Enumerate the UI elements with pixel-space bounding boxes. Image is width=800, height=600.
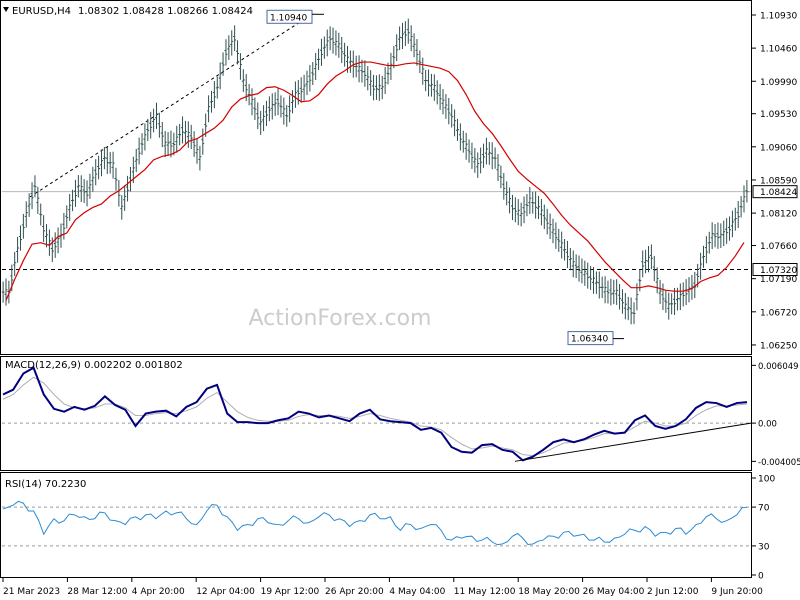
low-label: 1.06340 <box>571 335 608 345</box>
rsi-tick-label: 70 <box>758 504 770 514</box>
x-tick-label: 18 May 20:00 <box>518 587 580 597</box>
price-tick-label: 1.08120 <box>760 210 797 220</box>
macd-panel <box>0 356 752 471</box>
rsi-panel <box>0 472 752 578</box>
x-tick-label: 21 Mar 2023 <box>3 587 60 597</box>
high-label: 1.10940 <box>270 13 307 23</box>
price-tick-label: 1.10930 <box>760 11 797 21</box>
rsi-tick-label: 0 <box>758 572 764 582</box>
macd-tick-label: 0.00 <box>758 420 777 430</box>
price-tick-label: 1.08590 <box>760 176 797 186</box>
last-price-label: 1.08424 <box>760 188 797 198</box>
price-tick-label: 1.07660 <box>760 242 797 252</box>
watermark: ActionForex.com <box>249 306 432 331</box>
price-tick-label: 1.06720 <box>760 308 797 318</box>
rsi-tick-label: 100 <box>758 475 775 485</box>
price-tick-label: 1.09060 <box>760 143 797 153</box>
x-tick-label: 9 Jun 20:00 <box>711 587 763 597</box>
macd-tick-label: 0.006049 <box>758 362 799 372</box>
price-axis: 1.10930 1.10460 1.09990 1.09530 1.09060 1.085… <box>752 11 797 351</box>
x-tick-label: 4 May 04:00 <box>389 587 445 597</box>
macd-tick-label: -0.004005 <box>758 458 800 468</box>
rsi-axis: 100 70 30 0 <box>752 475 775 582</box>
x-tick-label: 4 Apr 20:00 <box>132 587 185 597</box>
ohlc-label: 1.08302 1.08428 1.08266 1.08424 <box>78 6 253 17</box>
x-tick-label: 19 Apr 12:00 <box>261 587 320 597</box>
x-tick-label: 26 May 04:00 <box>583 587 645 597</box>
price-tick-label: 1.07190 <box>760 275 797 285</box>
chart-root: ActionForex.com EURUSD,H4 1.08302 1.0842… <box>0 0 800 597</box>
price-tick-label: 1.09990 <box>760 78 797 88</box>
x-tick-label: 11 May 12:00 <box>454 587 516 597</box>
price-tick-label: 1.10460 <box>760 45 797 55</box>
rsi-label: RSI(14) 70.2230 <box>5 479 86 490</box>
x-tick-label: 28 Mar 12:00 <box>67 587 127 597</box>
x-tick-label: 26 Apr 20:00 <box>325 587 384 597</box>
symbol-label: EURUSD,H4 <box>12 6 71 17</box>
x-tick-label: 2 Jun 12:00 <box>647 587 699 597</box>
price-tick-label: 1.06250 <box>760 341 797 351</box>
level-price-label: 1.07320 <box>760 266 797 276</box>
rsi-tick-label: 30 <box>758 542 770 552</box>
x-axis: 21 Mar 2023 28 Mar 12:00 4 Apr 20:00 12 Apr… <box>2 578 763 597</box>
macd-axis: 0.006049 0.00 -0.004005 <box>752 362 800 468</box>
x-tick-label: 12 Apr 04:00 <box>196 587 255 597</box>
price-tick-label: 1.09530 <box>760 110 797 120</box>
